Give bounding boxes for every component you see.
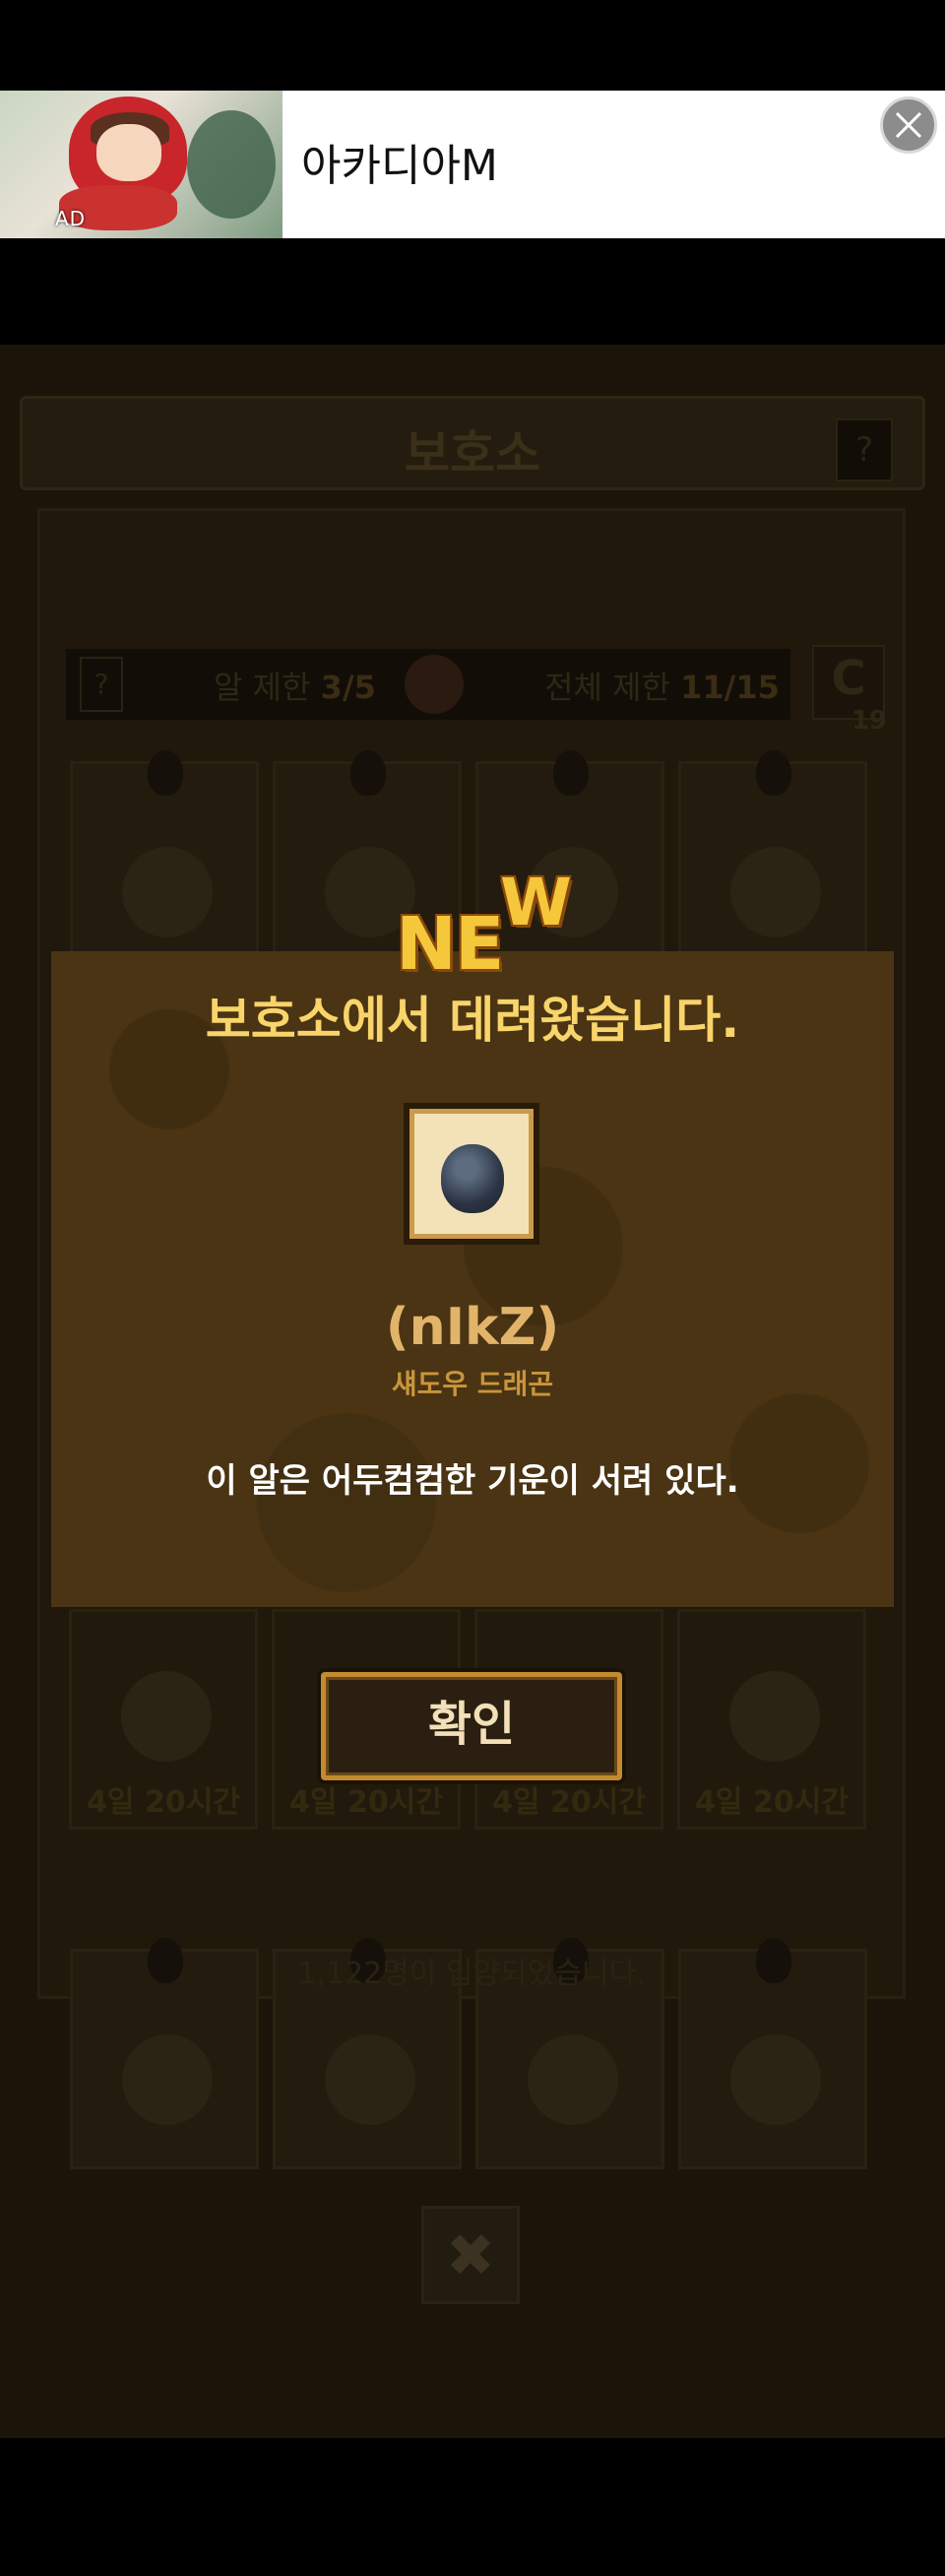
egg-icon [730, 2034, 821, 2125]
adoption-result-modal: 보호소에서 데려왔습니다. (nIkZ) 섀도우 드래곤 이 알은 어두컴컴한 … [51, 951, 894, 1607]
limit-bar: ? 알 제한 3/5 전체 제한 11/15 [64, 647, 792, 722]
confirm-label: 확인 [427, 1697, 516, 1752]
ad-label: AD [55, 207, 87, 230]
egg-slot[interactable]: 4일 20시간 [69, 1609, 258, 1830]
slot-time: 4일 20시간 [289, 1785, 443, 1820]
ad-thumbnail-image[interactable]: AD [0, 91, 283, 238]
egg-slot[interactable] [70, 750, 259, 982]
total-limit-label: 전체 제한 [544, 669, 670, 706]
new-badge-ne: NE [396, 902, 504, 987]
egg-icon [325, 2034, 415, 2125]
slot-tag [148, 750, 183, 796]
egg-slot[interactable] [678, 750, 867, 982]
refresh-button[interactable]: C 19 [812, 645, 887, 736]
shadow-egg-icon [441, 1144, 504, 1213]
new-badge-w: W [500, 865, 572, 940]
adoption-count: 1,122명이 입양되었습니다. [297, 1957, 646, 1991]
egg-limit-value: 3/5 [320, 669, 376, 706]
egg-icon [730, 847, 821, 937]
refresh-icon: C [831, 651, 866, 706]
close-icon [895, 111, 922, 139]
egg-card [404, 1103, 539, 1245]
ad-foliage [187, 110, 276, 219]
total-limit: 전체 제한 11/15 [544, 663, 780, 708]
confirm-button[interactable]: 확인 [321, 1672, 622, 1780]
egg-icon [729, 1671, 820, 1762]
slot-time: 4일 20시간 [87, 1785, 240, 1820]
modal-title: 보호소에서 데려왔습니다. [205, 992, 740, 1049]
egg-slot[interactable]: 4일 20시간 [677, 1609, 866, 1830]
egg-description: 이 알은 어두컴컴한 기운이 서려 있다. [206, 1461, 739, 1501]
limit-help-button[interactable]: ? [80, 657, 123, 712]
egg-icon [121, 1671, 212, 1762]
shelter-header: 보호소 ? [20, 396, 925, 490]
ad-close-button[interactable] [880, 97, 937, 154]
slot-tag [756, 750, 791, 796]
ad-banner[interactable]: AD 아카디아M [0, 91, 945, 238]
egg-icon [122, 2034, 213, 2125]
dragon-emblem-icon [405, 655, 464, 714]
slot-time: 4일 20시간 [695, 1785, 849, 1820]
egg-icon [122, 847, 213, 937]
egg-icon [528, 2034, 618, 2125]
refresh-count: 19 [850, 706, 887, 736]
page-title: 보호소 [405, 425, 540, 483]
egg-limit-label: 알 제한 [214, 669, 311, 706]
slot-tag [553, 750, 589, 796]
close-button[interactable]: ✖ [421, 2206, 520, 2304]
new-badge: NE W [396, 865, 572, 987]
ad-title[interactable]: 아카디아M [301, 130, 498, 193]
slot-tag [350, 750, 386, 796]
ad-character-face [96, 124, 161, 181]
slot-time: 4일 20시간 [492, 1785, 646, 1820]
help-button[interactable]: ? [836, 419, 893, 482]
dragon-name: (nIkZ) [385, 1298, 560, 1357]
dragon-type: 섀도우 드래곤 [391, 1368, 554, 1400]
egg-limit: 알 제한 3/5 [214, 663, 376, 708]
help-icon: ? [854, 430, 874, 470]
total-limit-value: 11/15 [680, 669, 780, 706]
